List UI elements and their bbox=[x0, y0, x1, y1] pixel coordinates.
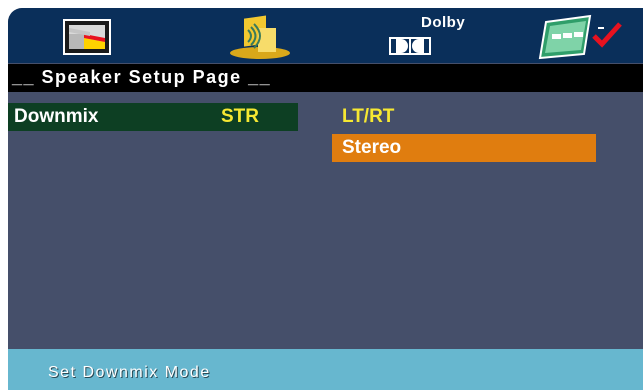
dolby-digital-setup-icon[interactable] bbox=[388, 36, 432, 56]
menu-item-value: STR bbox=[221, 106, 259, 127]
status-hint: Set Downmix Mode bbox=[48, 364, 211, 381]
osd-screen: Dolby __ Speaker Setup Page __ Downmix S… bbox=[8, 8, 643, 390]
menu-item-label: Downmix bbox=[14, 106, 99, 127]
audio-setup-icon[interactable] bbox=[220, 14, 292, 60]
menu-item-downmix[interactable]: Downmix STR bbox=[8, 103, 298, 131]
option-stereo[interactable]: Stereo bbox=[332, 134, 596, 162]
dolby-label: Dolby bbox=[421, 14, 466, 31]
option-ltrt[interactable]: LT/RT bbox=[332, 103, 596, 131]
general-setup-icon[interactable] bbox=[60, 14, 116, 60]
setup-menu-bar: Dolby bbox=[8, 8, 643, 63]
option-label: Stereo bbox=[342, 137, 402, 158]
preference-icon[interactable] bbox=[538, 14, 628, 60]
page-title-bar: __ Speaker Setup Page __ bbox=[8, 64, 643, 92]
option-label: LT/RT bbox=[342, 106, 395, 127]
page-title: __ Speaker Setup Page __ bbox=[12, 67, 272, 87]
status-bar: Set Downmix Mode bbox=[8, 349, 643, 390]
